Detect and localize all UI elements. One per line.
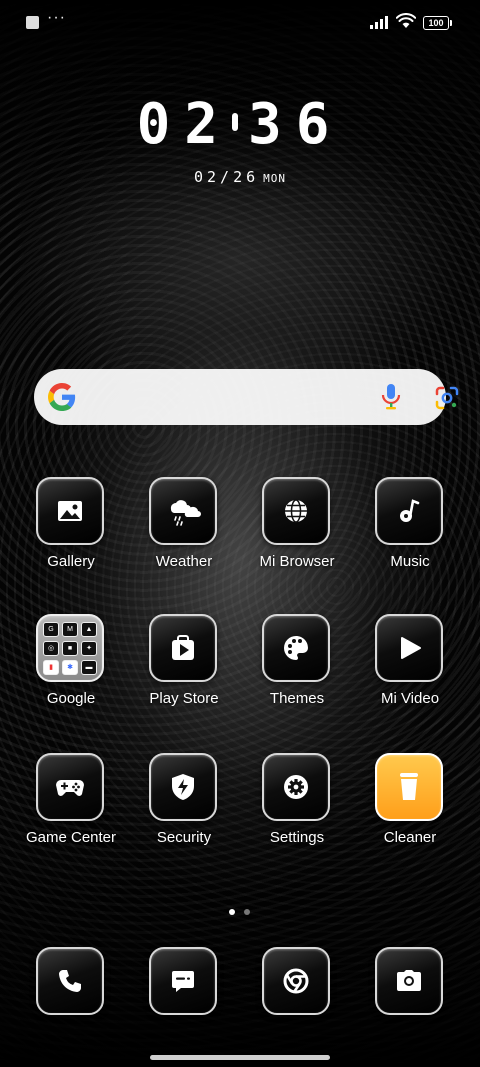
- app-music[interactable]: Music: [354, 477, 466, 577]
- status-bar: ··· 100: [0, 0, 480, 44]
- signal-icon: [370, 15, 392, 29]
- chrome-icon: [283, 968, 309, 994]
- app-game-center[interactable]: Game Center: [15, 753, 127, 853]
- page-dot-active[interactable]: [229, 909, 235, 915]
- battery-icon: 100: [423, 16, 452, 30]
- folder-mini-app: ■: [62, 641, 78, 656]
- clock-widget[interactable]: 02 36: [0, 92, 480, 157]
- play-icon: [401, 637, 421, 659]
- folder-mini-app: ▮: [43, 660, 59, 675]
- gear-icon: [284, 775, 308, 799]
- phone-icon: [59, 970, 81, 992]
- google-search-bar[interactable]: [34, 369, 459, 425]
- folder-mini-app: ✦: [81, 641, 97, 656]
- app-mi-browser-tile: [262, 477, 330, 545]
- palette-icon: [284, 636, 308, 660]
- folder-mini-app: M: [62, 622, 78, 637]
- app-music-tile: [375, 477, 443, 545]
- app-security[interactable]: Security: [128, 753, 240, 853]
- folder-mini-app: ▬: [81, 660, 97, 675]
- app-mi-video[interactable]: Mi Video: [354, 614, 466, 714]
- notification-square-icon: [26, 16, 39, 29]
- microphone-icon[interactable]: [380, 383, 402, 411]
- app-themes-tile: [262, 614, 330, 682]
- cloud-rain-icon: [170, 500, 201, 526]
- app-gallery-tile: [36, 477, 104, 545]
- dock-chrome-tile: [262, 947, 330, 1015]
- weekday: MON: [263, 172, 287, 185]
- more-dots-icon: ···: [47, 9, 66, 26]
- app-play-store-tile: [149, 614, 217, 682]
- date-display[interactable]: 02/26 MON: [0, 168, 480, 186]
- clock-separator: [232, 112, 238, 131]
- app-settings-tile: [262, 753, 330, 821]
- trash-icon: [400, 773, 418, 800]
- dock-camera-tile: [375, 947, 443, 1015]
- gesture-navigation-bar[interactable]: [150, 1055, 330, 1060]
- app-folder-icon: G M ▲ ◎ ■ ✦ ▮ ✱ ▬: [36, 614, 104, 682]
- app-game-center-tile: [36, 753, 104, 821]
- music-note-icon: [400, 499, 420, 522]
- dock-camera[interactable]: [354, 947, 466, 1047]
- dock-chrome[interactable]: [241, 947, 353, 1047]
- app-security-tile: [149, 753, 217, 821]
- app-mi-video-tile: [375, 614, 443, 682]
- app-label: Cleaner: [383, 829, 437, 846]
- app-label: Music: [390, 553, 430, 570]
- dock-phone-tile: [36, 947, 104, 1015]
- google-lens-icon[interactable]: [434, 385, 460, 411]
- folder-mini-app: ▲: [81, 622, 97, 637]
- app-mi-browser[interactable]: Mi Browser: [241, 477, 353, 577]
- app-play-store[interactable]: Play Store: [128, 614, 240, 714]
- message-icon: [172, 971, 194, 992]
- camera-icon: [397, 970, 421, 991]
- app-gallery[interactable]: Gallery: [15, 477, 127, 577]
- shield-bolt-icon: [172, 774, 194, 800]
- dock-phone[interactable]: [15, 947, 127, 1047]
- dock-messages[interactable]: [128, 947, 240, 1047]
- shopping-bag-play-icon: [172, 635, 194, 660]
- app-weather-tile: [149, 477, 217, 545]
- app-themes[interactable]: Themes: [241, 614, 353, 714]
- app-settings[interactable]: Settings: [241, 753, 353, 853]
- image-icon: [58, 501, 82, 521]
- date-value: 02/26: [193, 168, 260, 186]
- folder-mini-app: G: [43, 622, 59, 637]
- wifi-icon: [396, 13, 416, 28]
- clock-minute: 36: [248, 92, 344, 157]
- folder-mini-app: ◎: [43, 641, 59, 656]
- app-weather[interactable]: Weather: [128, 477, 240, 577]
- app-cleaner[interactable]: Cleaner: [354, 753, 466, 853]
- globe-icon: [285, 499, 307, 523]
- app-google-folder[interactable]: G M ▲ ◎ ■ ✦ ▮ ✱ ▬ Google: [15, 614, 127, 714]
- folder-mini-app: ✱: [62, 660, 78, 675]
- google-logo-icon: [48, 383, 76, 411]
- dock-messages-tile: [149, 947, 217, 1015]
- page-dot[interactable]: [244, 909, 250, 915]
- app-label: Mi Video: [380, 690, 440, 707]
- gamepad-icon: [56, 780, 84, 796]
- app-cleaner-tile: [375, 753, 443, 821]
- clock-hour: 02: [136, 92, 232, 157]
